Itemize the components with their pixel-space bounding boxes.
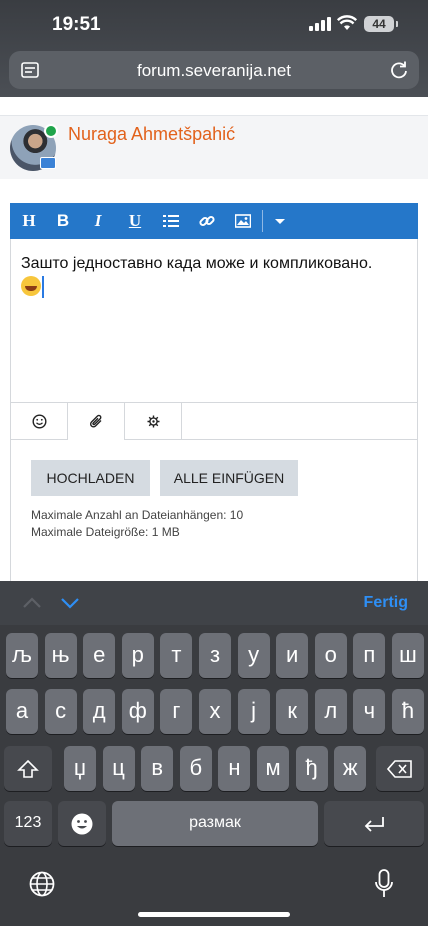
done-button[interactable]: Fertig	[364, 594, 408, 612]
key-5[interactable]: т	[160, 633, 193, 678]
cellular-signal-icon	[309, 17, 331, 31]
previous-field-icon[interactable]	[22, 593, 42, 613]
key-11[interactable]: ш	[392, 633, 424, 678]
shift-icon	[17, 759, 39, 778]
italic-button[interactable]: I	[81, 203, 115, 239]
key-4[interactable]: р	[121, 633, 154, 678]
post-author-bar: Nuraga Ahmetšpahić	[0, 115, 428, 179]
link-icon	[199, 215, 215, 227]
keyboard-accessory-bar: Fertig	[0, 581, 428, 625]
key-4[interactable]: б	[179, 746, 212, 791]
microphone-icon[interactable]	[374, 869, 394, 899]
list-button[interactable]	[154, 203, 188, 239]
username[interactable]: Nuraga Ahmetšpahić	[68, 124, 235, 145]
image-icon	[235, 214, 251, 228]
key-5[interactable]: н	[218, 746, 251, 791]
url-text[interactable]: forum.severanija.net	[9, 61, 419, 81]
status-time: 19:51	[52, 14, 101, 35]
forum-page: Nuraga Ahmetšpahić H B I U Зашто једност…	[0, 97, 428, 581]
key-6[interactable]: х	[199, 689, 231, 734]
key-2[interactable]: с	[44, 689, 77, 734]
key-11[interactable]: ћ	[392, 689, 424, 734]
key-10[interactable]: п	[353, 633, 386, 678]
key-3[interactable]: в	[141, 746, 174, 791]
editor-toolbar: H B I U	[10, 203, 418, 239]
key-1[interactable]: џ	[64, 746, 96, 791]
key-3[interactable]: д	[83, 689, 116, 734]
emoji-icon	[71, 813, 93, 834]
wifi-icon	[337, 15, 357, 30]
insert-all-button[interactable]: ALLE EINFÜGEN	[160, 460, 298, 496]
key-7[interactable]: ј	[237, 689, 270, 734]
online-status-icon	[44, 124, 58, 138]
list-icon	[163, 215, 179, 227]
user-badge-icon	[40, 157, 56, 169]
emoji-key[interactable]	[58, 801, 106, 846]
text-cursor	[42, 276, 44, 298]
key-3[interactable]: е	[83, 633, 116, 678]
battery-indicator: 44	[364, 16, 398, 32]
paperclip-icon	[89, 414, 102, 428]
tab-settings[interactable]	[125, 403, 182, 440]
key-9[interactable]: л	[314, 689, 347, 734]
reply-editor: H B I U Зашто једноставно када може и ко…	[10, 203, 418, 581]
browser-chrome: 19:51 44 forum.severanija.net	[0, 0, 428, 97]
smiley-icon	[32, 414, 47, 429]
key-8[interactable]: ж	[334, 746, 367, 791]
key-7[interactable]: у	[237, 633, 270, 678]
upload-button[interactable]: HOCHLADEN	[31, 460, 150, 496]
underline-button[interactable]: U	[118, 203, 152, 239]
return-key[interactable]	[324, 801, 424, 846]
tab-smilies[interactable]	[11, 403, 68, 440]
max-files-info: Maximale Anzahl an Dateianhängen: 10	[31, 508, 244, 522]
tab-attachments[interactable]	[68, 403, 125, 441]
key-6[interactable]: з	[199, 633, 231, 678]
more-options-button[interactable]	[263, 203, 297, 239]
bold-button[interactable]: B	[46, 203, 80, 239]
key-9[interactable]: о	[314, 633, 347, 678]
attachments-pane: HOCHLADEN ALLE EINFÜGEN Maximale Anzahl …	[11, 440, 417, 581]
link-button[interactable]	[190, 203, 224, 239]
keyboard: Fertig љњертзуиопш асдфгхјклчћ џцвбнмђж …	[0, 581, 428, 926]
shift-key[interactable]	[4, 746, 52, 791]
key-7[interactable]: ђ	[295, 746, 328, 791]
chevron-down-icon	[275, 219, 285, 224]
key-5[interactable]: г	[160, 689, 193, 734]
gear-icon	[147, 415, 160, 428]
key-2[interactable]: њ	[44, 633, 77, 678]
key-1[interactable]: а	[6, 689, 38, 734]
editor-content[interactable]: Зашто једноставно када може и компликова…	[21, 252, 409, 301]
editor-tabs	[11, 402, 417, 441]
grinning-emoji-icon	[21, 276, 41, 296]
backspace-key[interactable]	[376, 746, 424, 791]
key-4[interactable]: ф	[121, 689, 154, 734]
return-icon	[364, 816, 384, 832]
key-10[interactable]: ч	[353, 689, 386, 734]
key-1[interactable]: љ	[6, 633, 38, 678]
key-8[interactable]: и	[276, 633, 309, 678]
heading-button[interactable]: H	[12, 203, 46, 239]
numbers-key[interactable]: 123	[4, 801, 52, 846]
backspace-icon	[387, 759, 412, 778]
post-text: Зашто једноставно када може и компликова…	[21, 255, 373, 272]
status-bar: 19:51 44	[0, 0, 428, 50]
space-key[interactable]: размак	[112, 801, 318, 846]
key-2[interactable]: ц	[102, 746, 135, 791]
globe-icon[interactable]	[29, 871, 55, 897]
key-8[interactable]: к	[276, 689, 309, 734]
address-bar[interactable]: forum.severanija.net	[9, 51, 419, 89]
image-button[interactable]	[226, 203, 260, 239]
key-6[interactable]: м	[257, 746, 289, 791]
home-indicator	[138, 912, 290, 917]
next-field-icon[interactable]	[60, 593, 80, 613]
max-size-info: Maximale Dateigröße: 1 MB	[31, 525, 180, 539]
reload-icon[interactable]	[389, 60, 409, 80]
